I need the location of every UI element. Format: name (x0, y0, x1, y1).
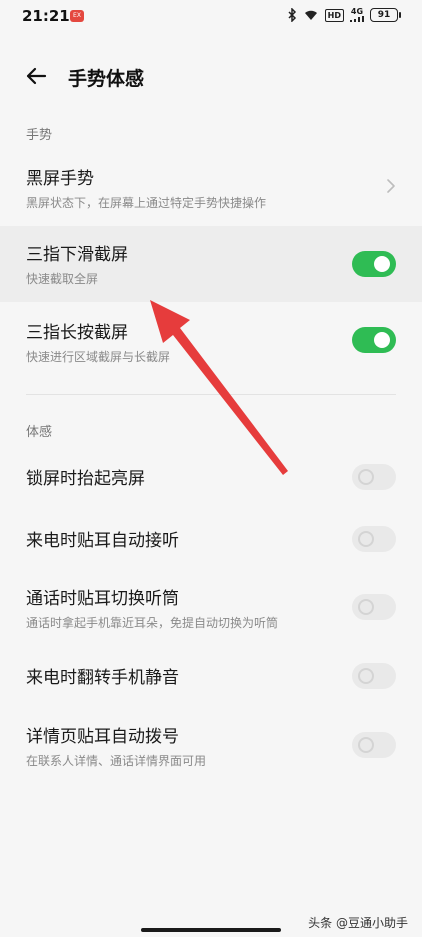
setting-title: 三指长按截屏 (26, 323, 128, 343)
screen-record-badge: EX (70, 10, 84, 22)
home-indicator[interactable] (141, 928, 281, 932)
toggle-knob (358, 531, 374, 547)
page-header: 手势体感 (0, 54, 422, 98)
toggle-knob (374, 332, 390, 348)
setting-title: 来电时翻转手机静音 (26, 668, 179, 688)
toggle-knob (358, 737, 374, 753)
setting-title: 来电时贴耳自动接听 (26, 531, 179, 551)
setting-subtitle: 快速截取全屏 (26, 272, 99, 286)
setting-row-ear-auto-dial[interactable]: 详情页贴耳自动拨号 在联系人详情、通话详情界面可用 (0, 712, 422, 778)
setting-title: 详情页贴耳自动拨号 (26, 727, 179, 747)
status-bar: 21:21 EX HD 4G 91 (0, 0, 422, 34)
setting-row-ear-auto-answer[interactable]: 来电时贴耳自动接听 (0, 512, 422, 566)
toggle-knob (358, 668, 374, 684)
setting-row-raise-to-wake[interactable]: 锁屏时抬起亮屏 (0, 450, 422, 504)
flip-to-mute-toggle[interactable] (352, 663, 396, 689)
toggle-knob (374, 256, 390, 272)
status-icons: HD 4G 91 (288, 8, 401, 22)
setting-title: 黑屏手势 (26, 169, 94, 189)
setting-subtitle: 快速进行区域截屏与长截屏 (26, 350, 171, 364)
wifi-icon (304, 10, 317, 20)
chevron-right-icon (387, 179, 395, 193)
three-finger-hold-toggle[interactable] (352, 327, 396, 353)
hd-icon: HD (324, 8, 344, 22)
ear-auto-dial-toggle[interactable] (352, 732, 396, 758)
setting-title: 锁屏时抬起亮屏 (26, 469, 145, 489)
setting-row-flip-to-mute[interactable]: 来电时翻转手机静音 (0, 648, 422, 704)
section-label-motion: 体感 (26, 425, 53, 440)
battery-icon: 91 (370, 8, 401, 22)
watermark-text: 头条 @豆通小助手 (308, 916, 408, 930)
setting-row-ear-switch-earpiece[interactable]: 通话时贴耳切换听筒 通话时拿起手机靠近耳朵，免提自动切换为听筒 (0, 574, 422, 640)
network-type-label: 4G (350, 7, 364, 16)
setting-row-three-finger-hold-screenshot[interactable]: 三指长按截屏 快速进行区域截屏与长截屏 (0, 304, 422, 376)
setting-subtitle: 黑屏状态下，在屏幕上通过特定手势快捷操作 (26, 196, 267, 210)
page-title: 手势体感 (68, 68, 145, 90)
setting-title: 通话时贴耳切换听筒 (26, 589, 179, 609)
three-finger-swipe-toggle[interactable] (352, 251, 396, 277)
section-divider (26, 394, 396, 395)
toggle-knob (358, 469, 374, 485)
ear-auto-answer-toggle[interactable] (352, 526, 396, 552)
setting-subtitle: 通话时拿起手机靠近耳朵，免提自动切换为听筒 (26, 616, 279, 630)
toggle-knob (358, 599, 374, 615)
ear-switch-earpiece-toggle[interactable] (352, 594, 396, 620)
setting-subtitle: 在联系人详情、通话详情界面可用 (26, 754, 207, 768)
setting-row-black-screen-gesture[interactable]: 黑屏手势 黑屏状态下，在屏幕上通过特定手势快捷操作 (0, 154, 422, 220)
bluetooth-icon (288, 8, 296, 22)
signal-bars-icon (350, 16, 364, 22)
cellular-signal: 4G (350, 8, 364, 22)
back-arrow-icon[interactable] (24, 64, 48, 88)
raise-to-wake-toggle[interactable] (352, 464, 396, 490)
status-time: 21:21 (22, 7, 70, 25)
setting-row-three-finger-swipe-screenshot[interactable]: 三指下滑截屏 快速截取全屏 (0, 226, 422, 302)
section-label-gestures: 手势 (26, 128, 53, 143)
setting-title: 三指下滑截屏 (26, 245, 128, 265)
